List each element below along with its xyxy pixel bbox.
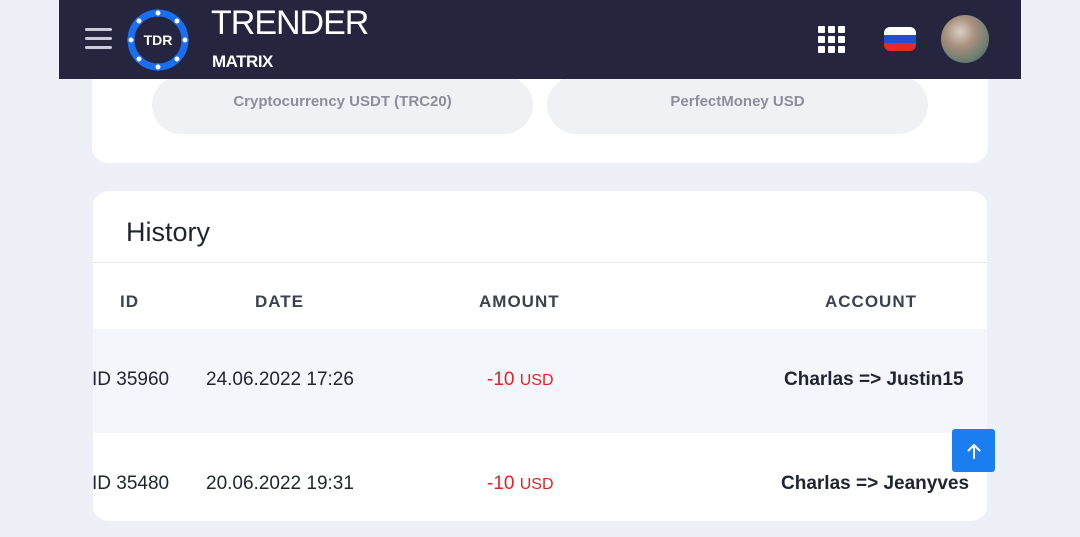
row-account: Charlas => Justin15: [784, 369, 964, 390]
table-row[interactable]: ID 35960 24.06.2022 17:26 -10 USD Charla…: [92, 329, 987, 433]
history-card: History ID DATE AMOUNT ACCOUNT ID 35960 …: [92, 191, 987, 521]
column-id[interactable]: ID: [120, 292, 139, 312]
brand-logo[interactable]: TDR: [125, 7, 191, 73]
column-account[interactable]: ACCOUNT: [825, 292, 917, 312]
user-avatar[interactable]: [941, 15, 989, 63]
apps-grid-icon[interactable]: [818, 26, 845, 53]
column-date[interactable]: DATE: [255, 292, 304, 312]
method-perfectmoney-button[interactable]: PerfectMoney USD: [547, 76, 928, 134]
logo-text: TDR: [144, 32, 173, 48]
row-date: 24.06.2022 17:26: [206, 369, 354, 390]
top-header: TDR TRENDER MATRIX: [59, 0, 1021, 79]
row-id: ID 35480: [92, 473, 170, 494]
method-perfectmoney-label: PerfectMoney USD: [670, 92, 805, 110]
arrow-up-icon: [967, 443, 980, 459]
row-amount-value: -10: [487, 473, 515, 494]
brand-subtitle: MATRIX: [212, 52, 273, 71]
row-amount-currency: USD: [519, 476, 554, 493]
row-date: 20.06.2022 19:31: [206, 473, 354, 494]
menu-icon[interactable]: [85, 28, 112, 50]
brand-title: TRENDER: [211, 4, 369, 42]
russia-flag-icon[interactable]: [884, 27, 916, 51]
scroll-to-top-button[interactable]: [952, 429, 995, 472]
history-title: History: [126, 217, 211, 247]
row-amount: -10 USD: [487, 369, 554, 391]
row-amount-currency: USD: [519, 372, 554, 389]
row-account: Charlas => Jeanyves: [781, 473, 970, 494]
row-amount: -10 USD: [487, 473, 554, 495]
column-amount[interactable]: AMOUNT: [479, 292, 560, 312]
row-id: ID 35960: [92, 369, 170, 390]
history-table-header: ID DATE AMOUNT ACCOUNT: [93, 262, 987, 331]
method-usdt-label: Cryptocurrency USDT (TRC20): [233, 92, 452, 110]
method-usdt-button[interactable]: Cryptocurrency USDT (TRC20): [152, 76, 533, 134]
table-row[interactable]: ID 35480 20.06.2022 19:31 -10 USD Charla…: [92, 433, 987, 537]
row-amount-value: -10: [487, 369, 515, 390]
